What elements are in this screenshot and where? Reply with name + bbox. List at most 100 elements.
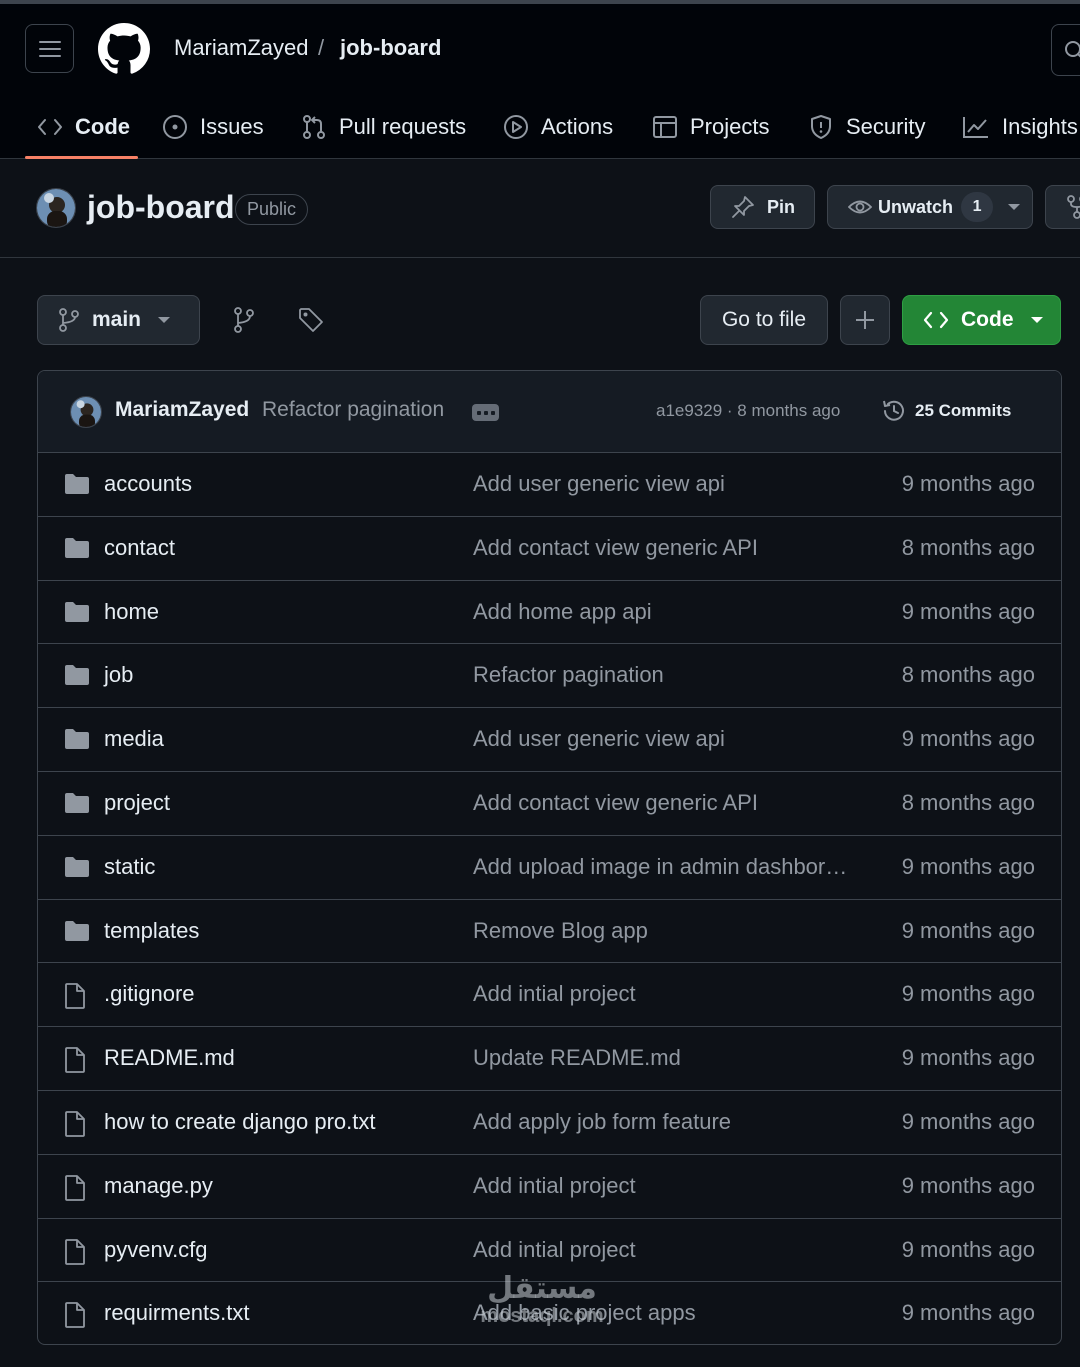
file-type-icon xyxy=(64,1238,86,1265)
tab-actions-label: Actions xyxy=(541,114,614,139)
file-type-icon xyxy=(64,537,90,559)
unwatch-button[interactable]: Unwatch 1 xyxy=(827,185,1033,229)
table-row[interactable]: accounts Add user generic view api 9 month… xyxy=(38,453,1061,517)
file-commit-message[interactable]: Add user generic view api xyxy=(473,471,725,497)
table-row[interactable]: templates Remove Blog app 9 months ago xyxy=(38,900,1061,964)
breadcrumb-repo[interactable]: job-board xyxy=(340,32,441,64)
commit-message[interactable]: Refactor pagination xyxy=(262,398,444,422)
fork-button[interactable] xyxy=(1045,185,1080,229)
tab-security-label: Security xyxy=(846,114,926,139)
menu-button[interactable] xyxy=(25,24,74,73)
visibility-badge: Public xyxy=(235,194,309,225)
tab-security[interactable]: Security xyxy=(808,100,925,154)
file-commit-date: 9 months ago xyxy=(901,853,1035,879)
breadcrumb-owner[interactable]: MariamZayed xyxy=(174,32,308,64)
table-row[interactable]: contact Add contact view generic API 8 mon… xyxy=(38,517,1061,581)
file-commit-message[interactable]: Add home app api xyxy=(473,599,652,625)
branch-name: main xyxy=(92,308,142,331)
search-icon xyxy=(1065,41,1080,58)
table-row[interactable]: static Add upload image in admin dashbord… xyxy=(38,836,1061,900)
file-name[interactable]: media xyxy=(104,726,164,752)
file-icon xyxy=(65,1047,85,1074)
fork-icon xyxy=(1067,195,1080,219)
file-name[interactable]: templates xyxy=(104,918,199,944)
file-commit-message[interactable]: Add intial project xyxy=(473,1237,636,1263)
commit-author[interactable]: MariamZayed xyxy=(115,398,249,422)
file-directory-icon xyxy=(65,920,89,941)
file-commit-date: 8 months ago xyxy=(901,790,1035,815)
file-name[interactable]: requirments.txt xyxy=(104,1300,250,1326)
tab-insights-label: Insights xyxy=(1002,114,1078,139)
file-type-icon xyxy=(64,792,90,814)
file-commit-message[interactable]: Refactor pagination xyxy=(473,662,664,688)
add-file-button[interactable] xyxy=(840,295,890,345)
tab-projects[interactable]: Projects xyxy=(652,100,769,154)
branches-link[interactable] xyxy=(233,306,255,334)
table-row[interactable]: pyvenv.cfg Add intial project 9 months ago xyxy=(38,1219,1061,1283)
file-commit-message[interactable]: Add basic project apps xyxy=(473,1300,696,1326)
table-row[interactable]: project Add contact view generic API 8 mon… xyxy=(38,772,1061,836)
file-commit-date: 9 months ago xyxy=(901,726,1035,752)
commit-details-button[interactable] xyxy=(472,404,499,421)
file-name[interactable]: pyvenv.cfg xyxy=(104,1237,208,1263)
file-commit-message[interactable]: Remove Blog app xyxy=(473,918,648,944)
table-row[interactable]: manage.py Add intial project 9 months ago xyxy=(38,1155,1061,1219)
file-name[interactable]: .gitignore xyxy=(104,981,195,1007)
tab-code-label: Code xyxy=(75,114,130,139)
file-icon xyxy=(65,1174,85,1201)
tab-pull-requests-label: Pull requests xyxy=(339,114,467,139)
github-logo-icon[interactable] xyxy=(98,23,150,75)
file-commit-message[interactable]: Update README.md xyxy=(473,1045,681,1071)
tab-code[interactable]: Code xyxy=(37,100,130,154)
file-commit-message[interactable]: Add user generic view api xyxy=(473,726,725,752)
hamburger-icon xyxy=(38,40,61,57)
file-name[interactable]: README.md xyxy=(104,1045,235,1071)
file-commit-message[interactable]: Add contact view generic API xyxy=(473,535,758,561)
go-to-file-button[interactable]: Go to file xyxy=(700,295,828,345)
file-commit-date: 9 months ago xyxy=(901,981,1035,1007)
commit-author-avatar[interactable] xyxy=(70,396,102,428)
file-commit-message[interactable]: Add intial project xyxy=(473,981,636,1007)
code-icon xyxy=(38,119,62,135)
pin-button[interactable]: Pin xyxy=(710,185,815,229)
file-commit-message[interactable]: Add upload image in admin dashbord… xyxy=(473,854,853,880)
repo-title[interactable]: job-board xyxy=(87,187,235,227)
file-directory-icon xyxy=(65,601,89,622)
table-row[interactable]: requirments.txt Add basic project apps 9 m… xyxy=(38,1282,1061,1344)
commit-hash-time[interactable]: a1e9329 · 8 months ago xyxy=(656,401,840,421)
pin-label: Pin xyxy=(767,196,796,217)
tags-link[interactable] xyxy=(298,306,324,334)
tab-issues[interactable]: Issues xyxy=(162,100,264,154)
table-icon xyxy=(653,116,677,138)
owner-avatar[interactable] xyxy=(36,188,76,228)
tab-insights[interactable]: Insights xyxy=(962,100,1078,154)
table-row[interactable]: how to create django pro.txt Add apply jo… xyxy=(38,1091,1061,1155)
file-name[interactable]: accounts xyxy=(104,471,192,497)
table-row[interactable]: media Add user generic view api 9 months a… xyxy=(38,708,1061,772)
tab-pull-requests[interactable]: Pull requests xyxy=(301,100,466,154)
file-name[interactable]: static xyxy=(104,854,155,880)
table-row[interactable]: .gitignore Add intial project 9 months ago xyxy=(38,963,1061,1028)
graph-icon xyxy=(963,117,988,138)
file-commit-message[interactable]: Add apply job form feature xyxy=(473,1109,731,1135)
file-commit-message[interactable]: Add contact view generic API xyxy=(473,790,758,816)
file-commit-message[interactable]: Add intial project xyxy=(473,1173,636,1199)
file-name[interactable]: how to create django pro.txt xyxy=(104,1109,376,1135)
file-name[interactable]: job xyxy=(104,662,133,688)
file-name[interactable]: contact xyxy=(104,535,175,561)
file-type-icon xyxy=(64,856,90,878)
file-name[interactable]: project xyxy=(104,790,170,816)
code-download-button[interactable]: Code xyxy=(902,295,1061,345)
commits-history-link[interactable]: 25 Commits xyxy=(881,398,1011,424)
file-name[interactable]: manage.py xyxy=(104,1173,213,1199)
table-row[interactable]: home Add home app api 9 months ago xyxy=(38,581,1061,645)
table-row[interactable]: README.md Update README.md 9 months ago xyxy=(38,1027,1061,1091)
file-commit-date: 9 months ago xyxy=(901,471,1035,496)
file-commit-date: 8 months ago xyxy=(901,662,1035,688)
search-button[interactable] xyxy=(1051,24,1080,76)
branch-selector[interactable]: main xyxy=(37,295,200,345)
tab-actions[interactable]: Actions xyxy=(503,100,613,154)
file-icon xyxy=(65,1302,85,1329)
table-row[interactable]: job Refactor pagination 8 months ago xyxy=(38,644,1061,709)
file-name[interactable]: home xyxy=(104,599,159,625)
